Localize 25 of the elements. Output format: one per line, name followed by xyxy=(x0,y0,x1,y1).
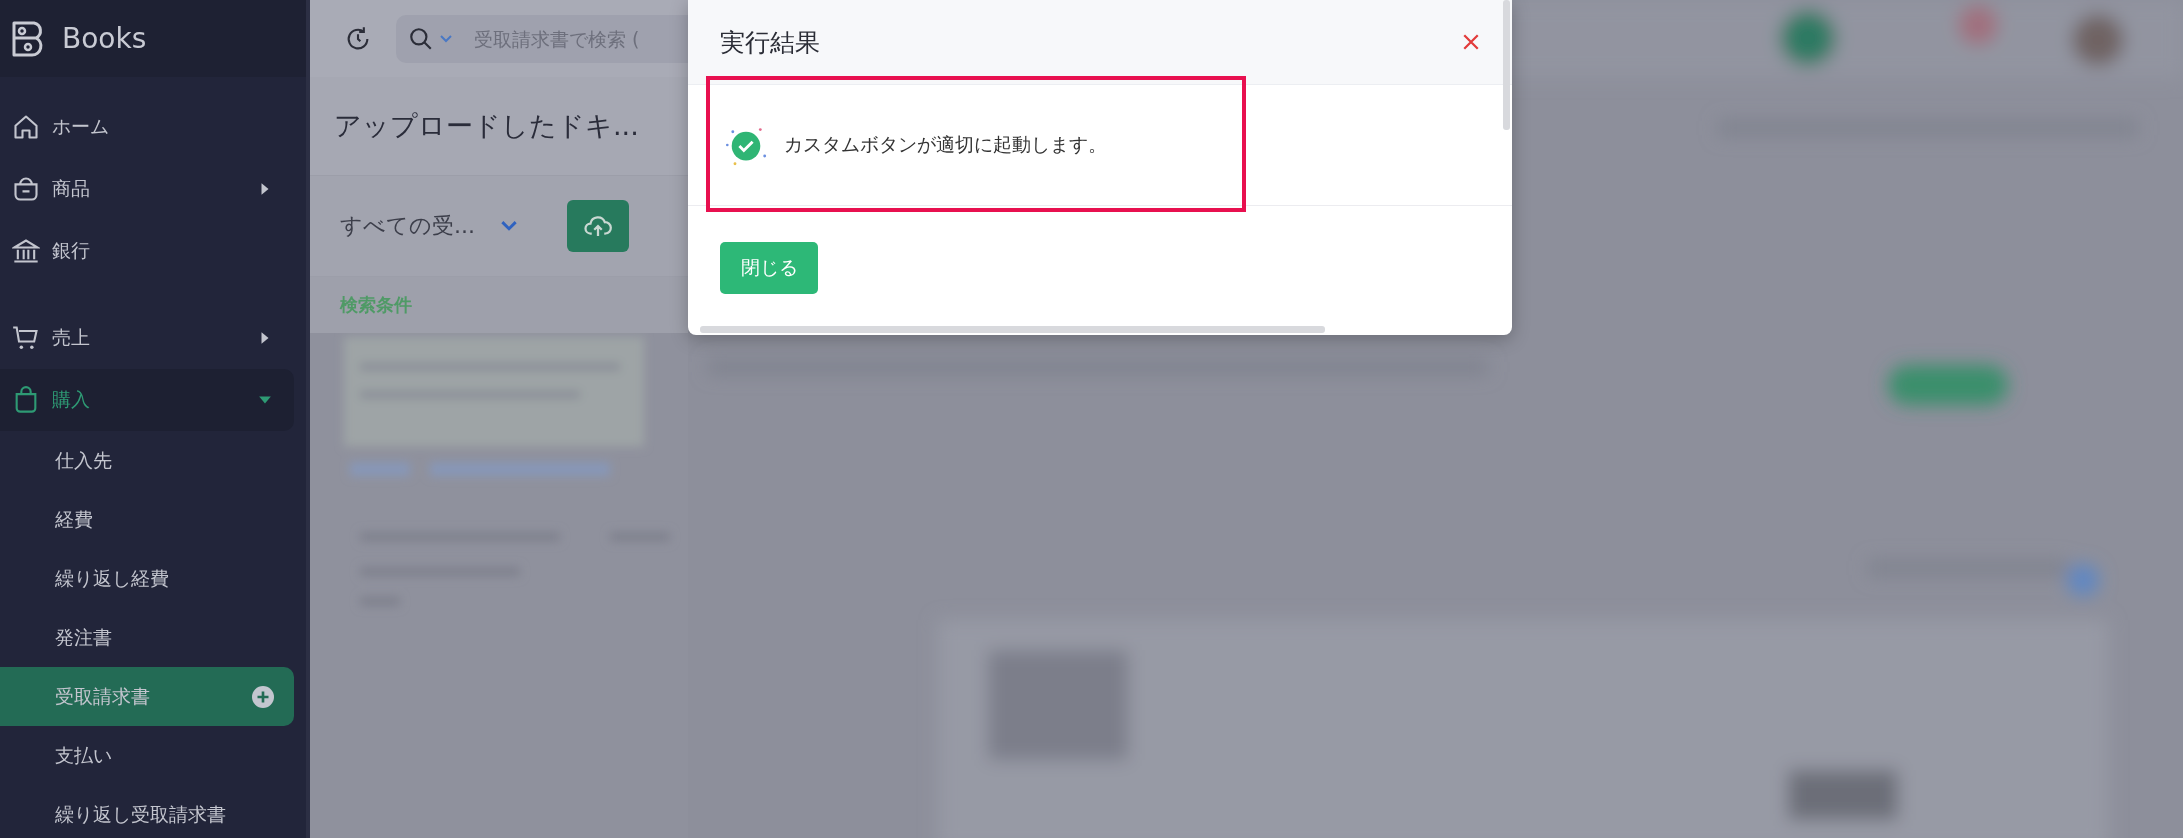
search-icon xyxy=(408,25,434,52)
sidebar-subitem[interactable]: 発注書 xyxy=(0,608,294,667)
sidebar-subitem[interactable]: 繰り返し受取請求書 xyxy=(0,785,294,838)
sidebar-item[interactable]: ホーム xyxy=(0,96,294,158)
brand-name: Books xyxy=(62,22,147,55)
chevron-down-icon xyxy=(501,221,517,231)
sidebar-subitem[interactable]: 受取請求書 xyxy=(0,667,294,726)
chevron-down-icon xyxy=(440,34,452,43)
sidebar-subitem[interactable]: 経費 xyxy=(0,490,294,549)
sidebar-item[interactable]: 商品 xyxy=(0,158,294,220)
sidebar-item[interactable]: 銀行 xyxy=(0,220,294,282)
basket-icon xyxy=(12,175,40,203)
filter-heading: 検索条件 xyxy=(340,293,412,317)
sidebar-item[interactable]: 購入 xyxy=(0,369,294,431)
upload-button[interactable] xyxy=(567,200,629,252)
sidebar-subitem[interactable]: 繰り返し経費 xyxy=(0,549,294,608)
sidebar-subitem[interactable]: 支払い xyxy=(0,726,294,785)
cart-icon xyxy=(12,324,40,352)
page-title: アップロードしたドキ... xyxy=(334,109,639,143)
sidebar-subitem[interactable]: 仕入先 xyxy=(0,431,294,490)
add-icon[interactable] xyxy=(252,685,274,708)
view-dropdown[interactable]: すべての受... xyxy=(340,211,517,241)
home-icon xyxy=(12,113,40,141)
sidebar-item[interactable]: 売上 xyxy=(0,307,294,369)
bank-icon xyxy=(12,237,40,265)
